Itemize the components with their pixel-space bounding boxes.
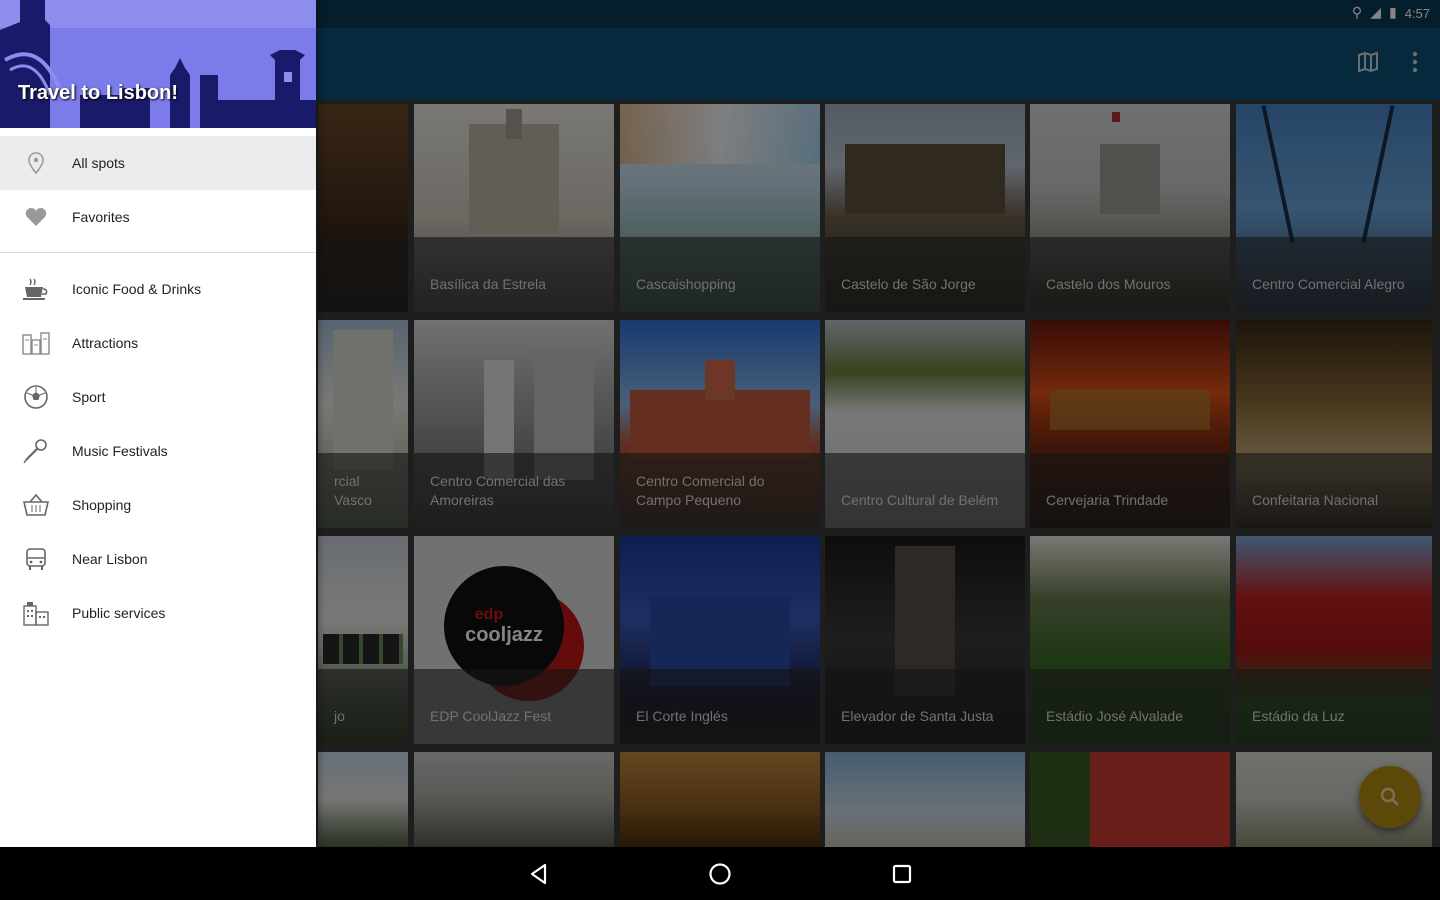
battery-icon: ▮ [1388,5,1397,21]
spot-tile[interactable]: Castelo dos Mouros [1030,104,1230,312]
menu-item-label: Favorites [72,209,130,225]
cooljazz-logo: edp cooljazz [444,566,564,686]
more-options-icon[interactable] [1410,50,1420,80]
spot-caption: Centro Comercial do Campo Pequeno [636,473,765,508]
search-fab-button[interactable] [1359,766,1421,828]
spot-tile[interactable] [1030,752,1230,847]
navigation-drawer: Travel to Lisbon! All spots Favorites Ic… [0,0,316,847]
menu-item-public-services[interactable]: Public services [0,586,316,640]
spot-caption: Estádio José Alvalade [1046,708,1183,724]
spot-caption: Castelo dos Mouros [1046,276,1171,292]
menu-item-sport[interactable]: Sport [0,370,316,424]
menu-item-label: Near Lisbon [72,551,148,567]
spot-caption: jo [334,708,345,724]
spot-caption: Castelo de São Jorge [841,276,976,292]
spot-tile[interactable]: El Corte Inglés [620,536,820,744]
location-pin-icon [22,149,50,177]
menu-item-label: Public services [72,605,166,621]
drawer-header: Travel to Lisbon! [0,0,316,128]
lisbon-skyline-illustration [0,0,316,128]
spot-tile[interactable] [318,752,408,847]
spot-caption: rcial Vasco [334,473,372,508]
spot-caption: Estádio da Luz [1252,708,1345,724]
menu-item-favorites[interactable]: Favorites [0,190,316,244]
spot-tile[interactable]: edp cooljazz EDP CoolJazz Fest [414,536,614,744]
spot-tile[interactable]: Elevador de Santa Justa [825,536,1025,744]
drawer-divider [0,252,316,253]
menu-item-shopping[interactable]: Shopping [0,478,316,532]
home-icon[interactable] [705,859,735,889]
search-icon [1380,787,1399,806]
menu-item-near-lisbon[interactable]: Near Lisbon [0,532,316,586]
status-time: 4:57 [1404,5,1430,21]
spot-tile[interactable]: Centro Comercial das Amoreiras [414,320,614,528]
menu-item-attractions[interactable]: Attractions [0,316,316,370]
spot-caption: Cervejaria Trindade [1046,492,1169,508]
spot-tile[interactable]: Basílica da Estrela [414,104,614,312]
menu-item-label: All spots [72,155,125,171]
spot-caption: Centro Comercial Alegro [1252,276,1405,292]
spot-tile[interactable]: Estádio da Luz [1236,536,1432,744]
menu-item-label: Shopping [72,497,132,513]
menu-item-label: Iconic Food & Drinks [72,281,202,297]
recents-icon[interactable] [887,859,917,889]
spot-tile[interactable] [620,752,820,847]
bus-icon [22,545,50,573]
spot-tile[interactable]: Castelo de São Jorge [825,104,1025,312]
spot-tile[interactable]: Cascaishopping [620,104,820,312]
menu-item-iconic-food-drinks[interactable]: Iconic Food & Drinks [0,262,316,316]
spot-caption: EDP CoolJazz Fest [430,708,552,724]
heart-icon [22,203,50,231]
spot-tile[interactable]: Cervejaria Trindade [1030,320,1230,528]
drawer-title: Travel to Lisbon! [18,82,179,104]
location-icon: ⚲ [1351,5,1363,21]
map-icon[interactable] [1356,50,1380,80]
back-icon[interactable] [524,859,554,889]
spot-tile[interactable] [825,752,1025,847]
spot-tile[interactable]: jo [318,536,408,744]
soccer-ball-icon [22,383,50,411]
menu-item-label: Music Festivals [72,443,168,459]
city-icon [22,329,50,357]
shopping-basket-icon [22,491,50,519]
system-nav-bar [0,847,1440,900]
spot-caption: Elevador de Santa Justa [841,708,994,724]
spot-tile[interactable]: rcial Vasco [318,320,408,528]
spot-tile[interactable] [318,104,408,312]
spot-caption: Confeitaria Nacional [1252,492,1379,508]
building-icon [22,599,50,627]
spot-tile[interactable]: Estádio José Alvalade [1030,536,1230,744]
microphone-icon [22,437,50,465]
menu-item-all-spots[interactable]: All spots [0,136,316,190]
spot-caption: Centro Comercial das Amoreiras [430,473,566,508]
spot-tile[interactable]: Confeitaria Nacional [1236,320,1432,528]
spot-tile[interactable]: Centro Cultural de Belém [825,320,1025,528]
menu-item-label: Attractions [72,335,139,351]
menu-item-music-festivals[interactable]: Music Festivals [0,424,316,478]
spot-caption: Cascaishopping [636,276,736,292]
signal-icon: ◢ [1370,5,1381,21]
spot-caption: Basílica da Estrela [430,276,546,292]
spot-tile[interactable]: Centro Comercial Alegro [1236,104,1432,312]
spot-caption: El Corte Inglés [636,708,728,724]
coffee-cup-icon [22,275,50,303]
status-icons: ⚲ ◢ ▮ 4:57 [1352,5,1430,21]
spot-caption: Centro Cultural de Belém [841,492,999,508]
spot-tile[interactable]: Centro Comercial do Campo Pequeno [620,320,820,528]
menu-item-label: Sport [72,389,106,405]
spot-tile[interactable] [414,752,614,847]
